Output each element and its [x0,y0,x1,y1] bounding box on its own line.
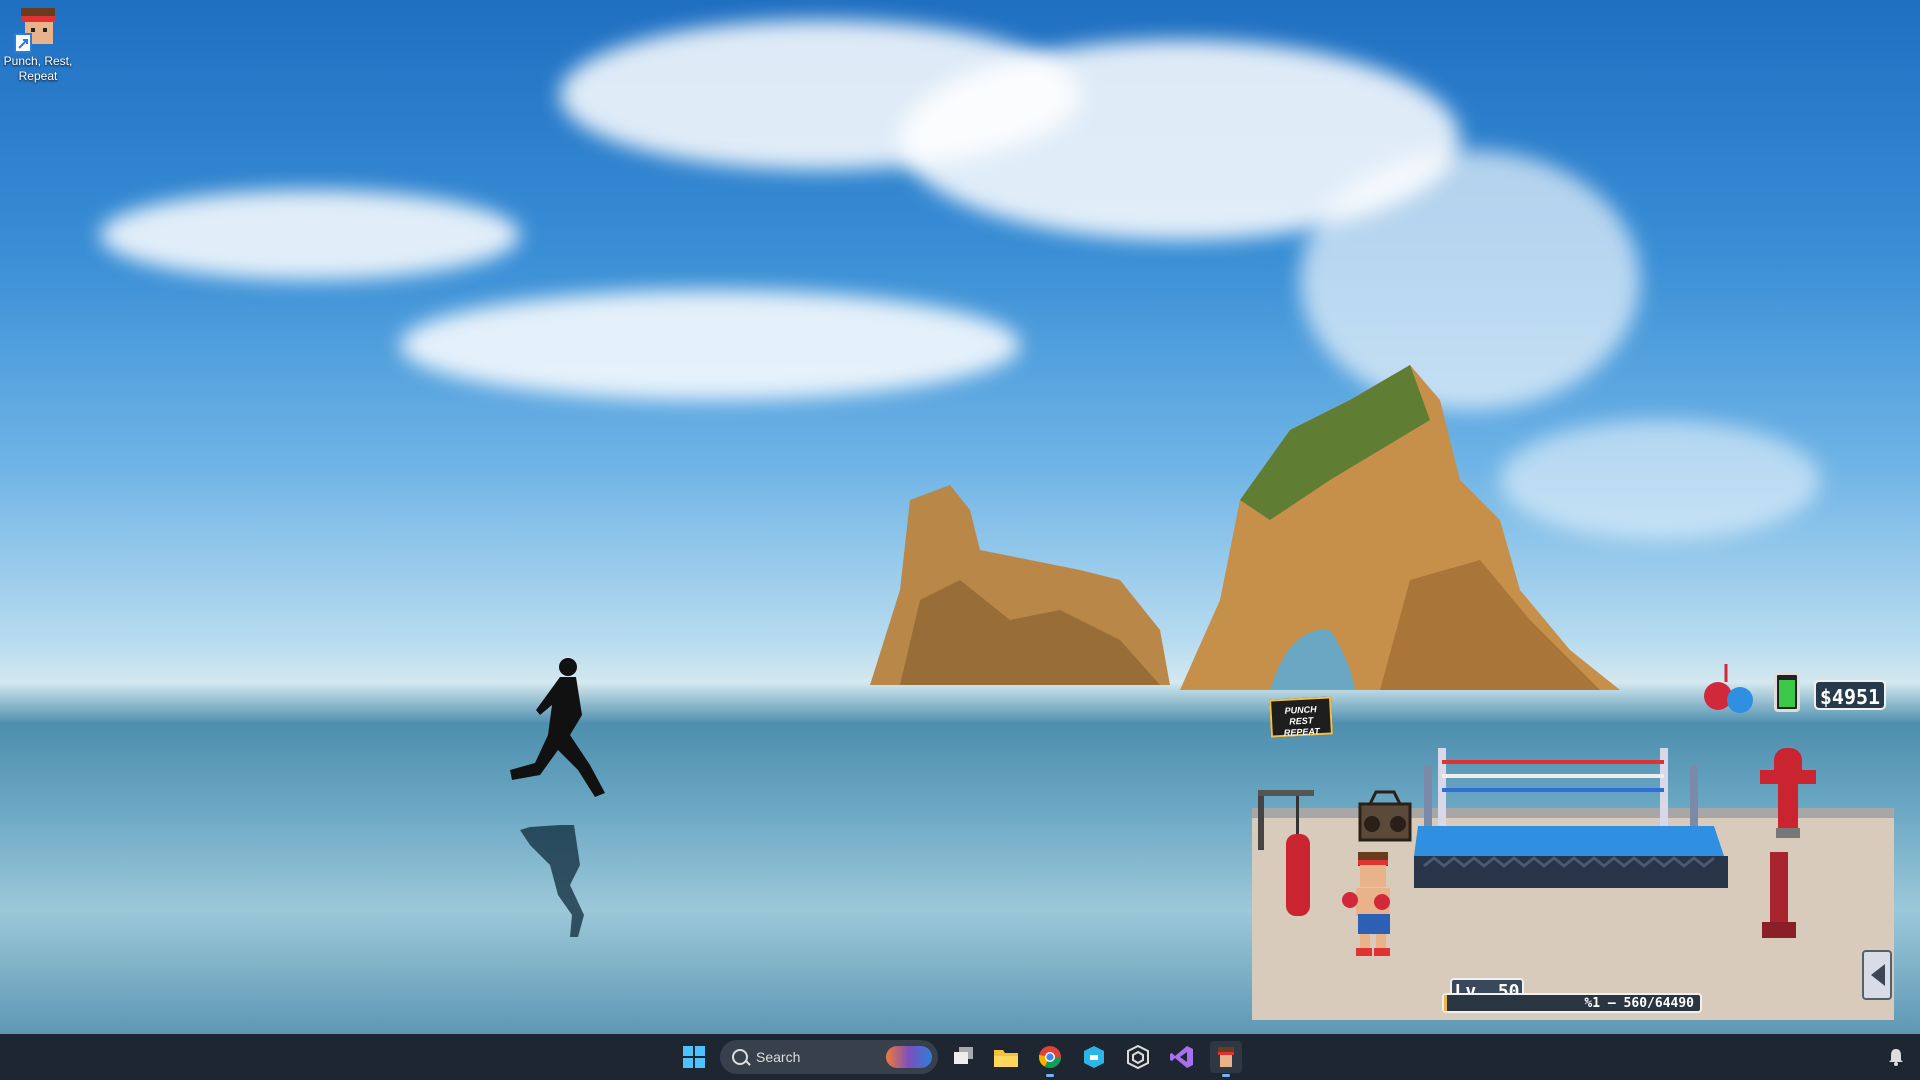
xp-progress-fill [1444,995,1447,1011]
boxing-gloves-icon[interactable] [1696,662,1776,718]
energy-level-fill [1779,680,1795,707]
xp-progress-text: %1 — 560/64490 [1584,996,1694,1011]
punching-bag[interactable] [1252,784,1342,964]
desktop-shortcut-punch-rest-repeat[interactable]: Punch, Rest, Repeat [2,4,74,84]
sea-stack-right [1180,365,1620,690]
hex-app-icon[interactable] [1078,1041,1110,1073]
cloud [100,190,520,280]
taskbar-search-box[interactable]: Search [720,1040,938,1074]
bell-icon[interactable] [1880,1041,1912,1073]
visual-studio-icon[interactable] [1166,1041,1198,1073]
active-indicator [1222,1074,1230,1077]
boxer-character[interactable] [1336,848,1406,958]
file-explorer-icon[interactable] [990,1041,1022,1073]
search-icon [732,1049,748,1065]
collapse-panel-button[interactable] [1862,950,1892,1000]
game-logo-sign: PUNCH REST REPEAT [1269,696,1333,738]
unity-icon[interactable] [1122,1041,1154,1073]
money-counter: $4951 [1814,680,1886,710]
punch-rest-repeat-icon[interactable] [1210,1041,1242,1077]
desktop-shortcut-label: Punch, Rest, Repeat [3,54,73,83]
cloud [400,290,1020,400]
punch-rest-repeat-icon [13,4,63,54]
taskbar: Search [0,1034,1920,1080]
boombox-icon[interactable] [1356,790,1416,846]
sea-stack-left [870,485,1170,685]
search-placeholder: Search [756,1049,801,1065]
chrome-icon[interactable] [1034,1041,1066,1077]
runner-silhouette [510,658,605,937]
task-view-icon[interactable] [948,1041,980,1073]
boxing-ring[interactable] [1414,746,1734,896]
energy-battery-icon [1774,672,1800,712]
windows-start-icon[interactable] [678,1041,710,1073]
active-indicator [1046,1074,1054,1077]
search-highlight-image [886,1046,932,1068]
xp-progress-bar: %1 — 560/64490 [1442,993,1702,1013]
training-dummy[interactable] [1756,742,1846,962]
